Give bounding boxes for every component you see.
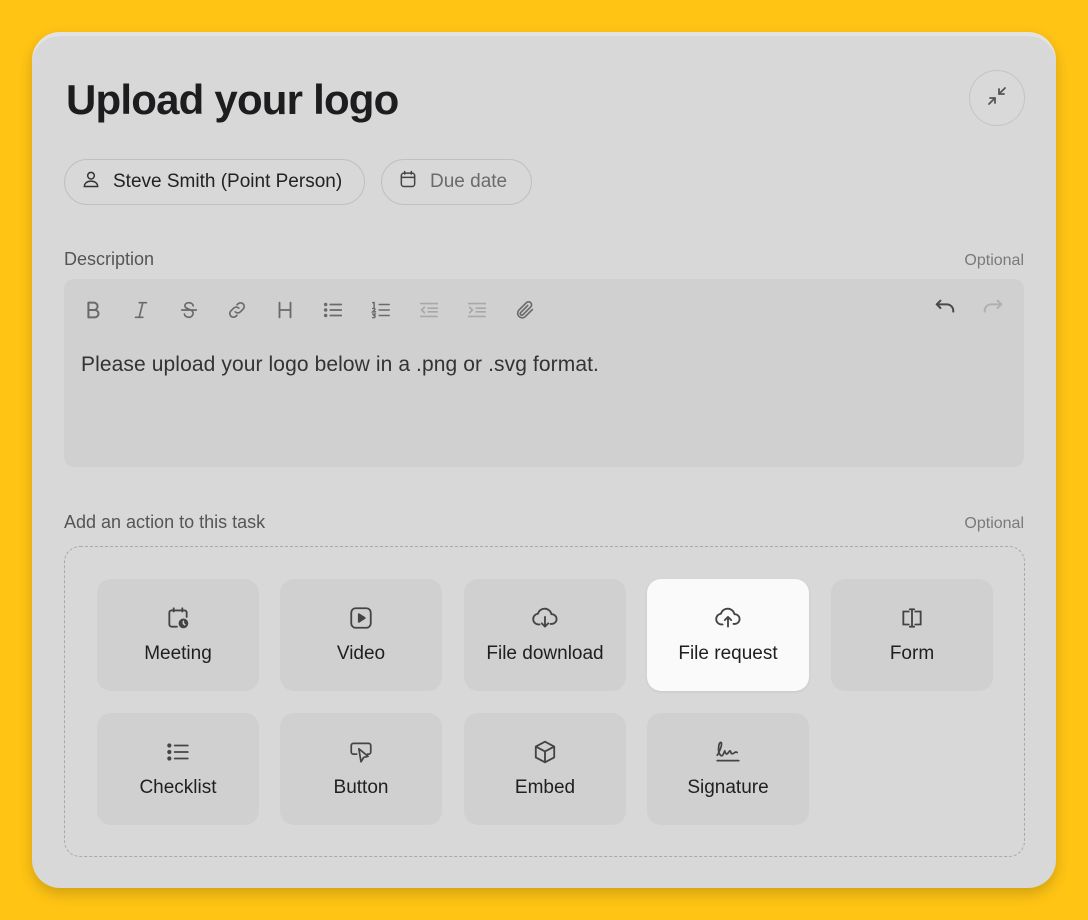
action-checklist[interactable]: Checklist <box>97 713 259 825</box>
signature-icon <box>714 739 742 765</box>
pointer-click-icon <box>348 739 374 765</box>
redo-icon[interactable] <box>980 297 1006 319</box>
action-form[interactable]: Form <box>831 579 993 691</box>
due-date-chip[interactable]: Due date <box>381 159 532 205</box>
undo-icon[interactable] <box>932 297 958 319</box>
user-icon <box>81 169 101 195</box>
action-label: File download <box>486 643 604 664</box>
numbered-list-icon[interactable] <box>370 297 418 323</box>
action-label: File request <box>678 643 778 664</box>
bold-icon[interactable] <box>82 297 130 323</box>
action-video[interactable]: Video <box>280 579 442 691</box>
cube-icon <box>532 739 558 765</box>
action-label: Signature <box>687 777 769 798</box>
action-label: Video <box>336 643 386 664</box>
action-label: Checklist <box>139 777 217 798</box>
action-label: Embed <box>514 777 576 798</box>
strikethrough-icon[interactable] <box>178 297 226 323</box>
assignee-chip[interactable]: Steve Smith (Point Person) <box>64 159 365 205</box>
description-optional: Optional <box>964 252 1024 269</box>
indent-icon[interactable] <box>466 297 514 323</box>
action-button[interactable]: Button <box>280 713 442 825</box>
link-icon[interactable] <box>226 297 274 323</box>
action-label: Button <box>333 777 389 798</box>
actions-label: Add an action to this task <box>64 512 266 532</box>
collapse-button[interactable] <box>969 70 1025 126</box>
action-file-request[interactable]: File request <box>647 579 809 691</box>
bullet-list-icon[interactable] <box>322 297 370 323</box>
italic-icon[interactable] <box>130 297 178 323</box>
due-date-placeholder: Due date <box>430 171 508 192</box>
action-label: Meeting <box>144 643 212 664</box>
action-picker: Meeting Video File download File request <box>64 546 1025 857</box>
editor-toolbar <box>82 297 562 323</box>
collapse-icon <box>985 84 1009 113</box>
action-meeting[interactable]: Meeting <box>97 579 259 691</box>
action-embed[interactable]: Embed <box>464 713 626 825</box>
description-editor[interactable]: Please upload your logo below in a .png … <box>64 279 1024 467</box>
action-file-download[interactable]: File download <box>464 579 626 691</box>
attachment-icon[interactable] <box>514 297 562 323</box>
outdent-icon[interactable] <box>418 297 466 323</box>
cloud-download-icon <box>531 605 559 631</box>
list-icon <box>165 739 191 765</box>
heading-icon[interactable] <box>274 297 322 323</box>
action-label: Form <box>889 643 935 664</box>
description-label: Description <box>64 249 155 269</box>
task-card: Upload your logo Steve Smith (Point Pers… <box>32 32 1056 888</box>
video-play-icon <box>348 605 374 631</box>
actions-optional: Optional <box>964 515 1024 532</box>
text-cursor-icon <box>899 605 925 631</box>
action-signature[interactable]: Signature <box>647 713 809 825</box>
assignee-name: Steve Smith (Point Person) <box>113 171 343 192</box>
page-title: Upload your logo <box>66 76 399 123</box>
calendar-icon <box>398 169 418 195</box>
description-text[interactable]: Please upload your logo below in a .png … <box>81 353 599 377</box>
cloud-upload-icon <box>714 605 742 631</box>
calendar-clock-icon <box>165 605 191 631</box>
